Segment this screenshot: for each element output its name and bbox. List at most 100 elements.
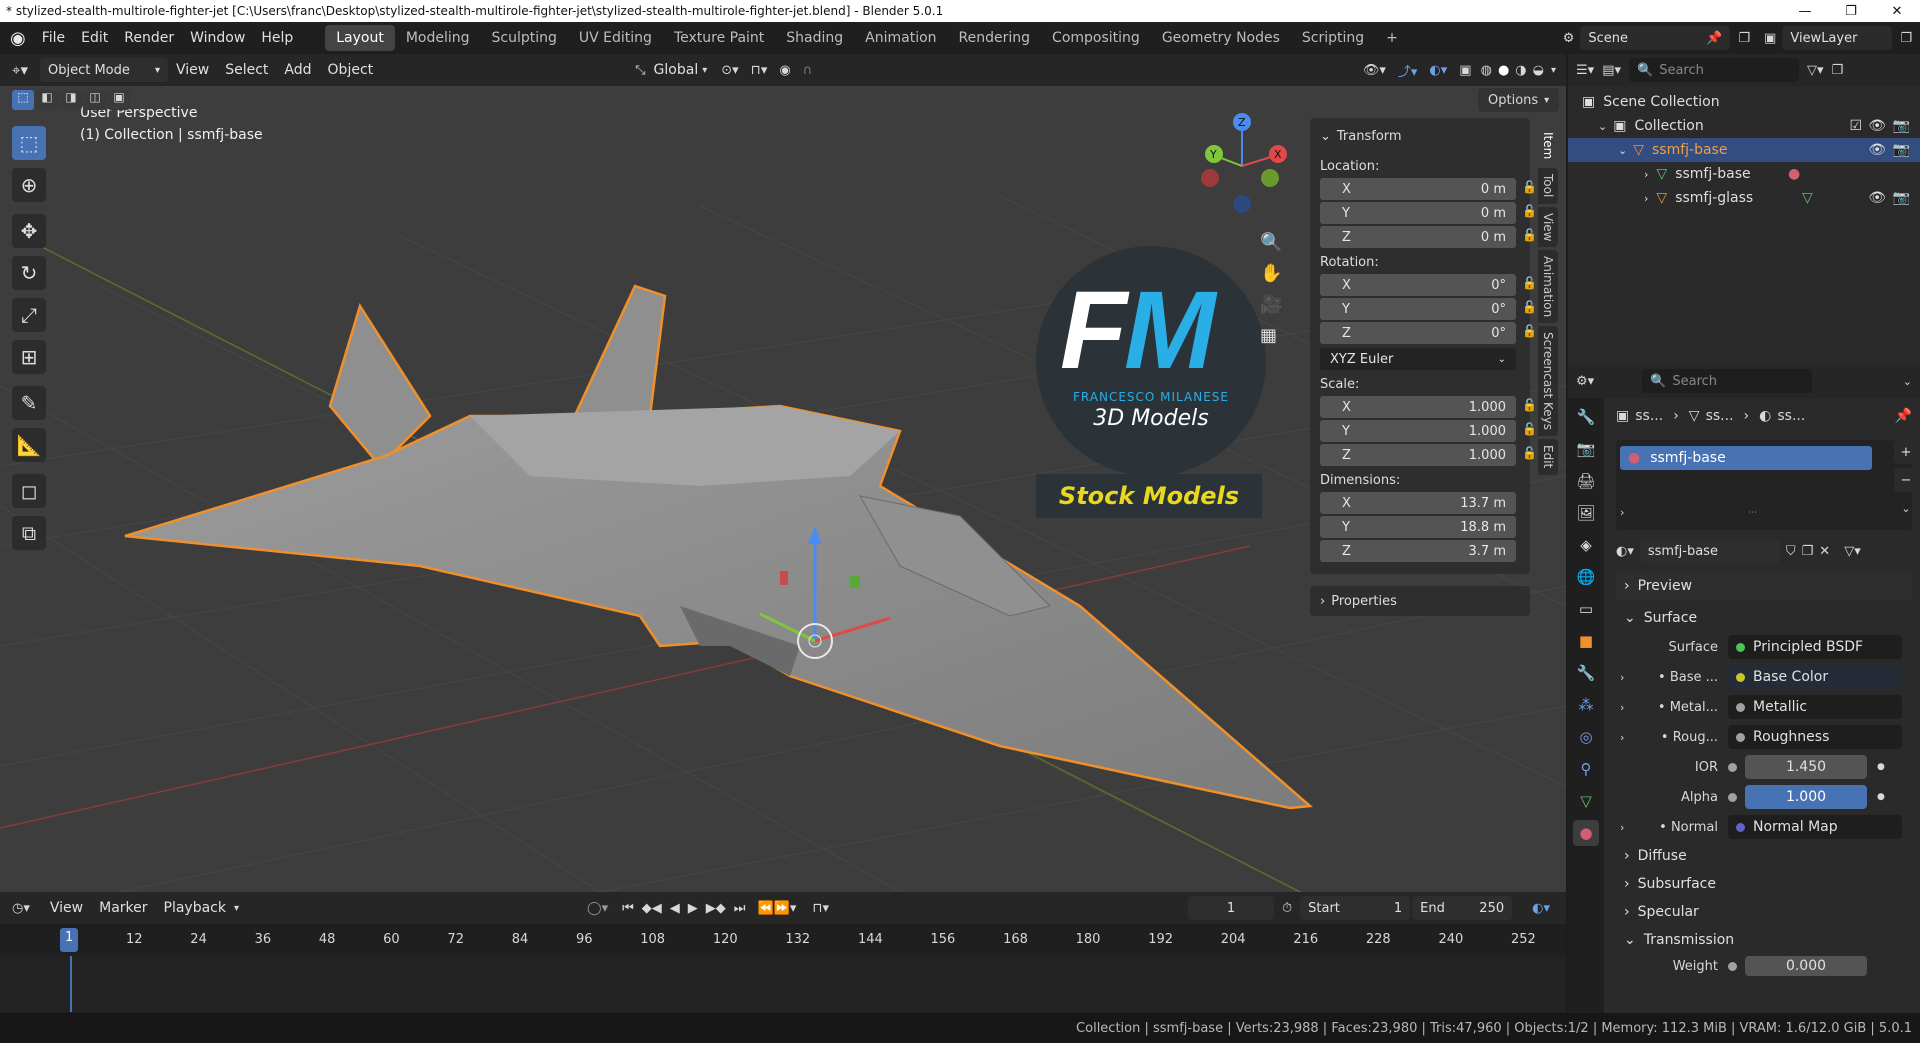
diffuse-section[interactable]: › Diffuse [1616, 842, 1912, 870]
output-tab-icon[interactable]: 🖨 [1573, 468, 1599, 494]
location-z-field[interactable]: Z0 m [1320, 226, 1516, 248]
scene-selector[interactable]: Scene 📌 [1580, 26, 1731, 50]
fake-user-icon[interactable]: ⛉ [1786, 544, 1796, 559]
pan-hand-icon[interactable]: ✋ [1260, 263, 1282, 284]
lock-icon[interactable]: 🔓 [1522, 324, 1537, 338]
world-tab-icon[interactable]: 🌐 [1573, 564, 1599, 590]
outliner-search-input[interactable]: 🔍 Search [1629, 58, 1799, 82]
collection-tab-icon[interactable]: ▭ [1573, 596, 1599, 622]
chevron-right-icon[interactable]: › [1616, 701, 1632, 714]
transform-tool-icon[interactable]: ⊞ [12, 340, 46, 374]
keyframe-dot-icon[interactable]: ● [1877, 792, 1885, 802]
ortho-grid-icon[interactable]: ▦ [1260, 325, 1282, 346]
select-invert-icon[interactable]: ◫ [84, 90, 106, 110]
play-icon[interactable]: ▶ [684, 901, 702, 916]
physics-tab-icon[interactable]: ◎ [1573, 724, 1599, 750]
scene-icon[interactable]: ⚙ [1557, 31, 1581, 46]
menu-render[interactable]: Render [116, 30, 182, 46]
view-layer-selector[interactable]: ViewLayer [1782, 26, 1893, 50]
subsurface-section[interactable]: › Subsurface [1616, 870, 1912, 898]
eye-icon[interactable]: 👁 [1868, 118, 1886, 134]
link-icon[interactable]: ▽▾ [1844, 544, 1861, 559]
eye-icon[interactable]: 👁 [1868, 190, 1886, 206]
timeline-playback-menu[interactable]: Playback [156, 900, 234, 916]
ior-field[interactable]: 1.450 [1745, 755, 1867, 779]
add-workspace-icon[interactable]: + [1375, 25, 1409, 51]
next-keyframe-icon[interactable]: ▶◆ [702, 901, 730, 916]
select-extend-icon[interactable]: ◧ [36, 90, 58, 110]
proportional-edit-icon[interactable]: ◉ [773, 63, 796, 78]
tab-animation[interactable]: Animation [854, 25, 947, 51]
resize-handle-icon[interactable]: ⋯ [1748, 508, 1757, 518]
overlay-toggle-icon[interactable]: ◐▾ [1423, 63, 1453, 78]
tab-view[interactable]: View [1538, 206, 1558, 248]
jump-start-icon[interactable]: ⏮ [618, 901, 638, 916]
eye-icon[interactable]: 👁 [1868, 142, 1886, 158]
tab-screencast-keys[interactable]: Screencast Keys [1538, 326, 1558, 437]
properties-subpanel[interactable]: › Properties [1310, 586, 1530, 616]
transmission-section[interactable]: ⌄ Transmission [1616, 926, 1912, 954]
chevron-right-icon[interactable]: › [1616, 731, 1632, 744]
checkbox-icon[interactable]: ☑ [1849, 118, 1862, 134]
lock-icon[interactable]: 🔓 [1522, 446, 1537, 460]
tab-tool[interactable]: Tool [1538, 168, 1558, 204]
playhead-frame[interactable]: 1 [60, 928, 79, 952]
dimension-z-field[interactable]: Z 3.7 m [1320, 540, 1516, 562]
select-subtract-icon[interactable]: ◨ [60, 90, 82, 110]
chevron-down-icon[interactable]: ⌄ [1598, 120, 1607, 133]
jump-end-icon[interactable]: ⏭ [730, 901, 750, 916]
lock-icon[interactable]: 🔓 [1522, 300, 1537, 314]
outliner-item-ssmfj-base[interactable]: ⌄ ▽ ssmfj-base 👁 📷 [1568, 138, 1920, 162]
play-reverse-icon[interactable]: ◀ [666, 901, 684, 916]
scale-y-field[interactable]: Y 1.000 [1320, 420, 1516, 442]
close-button[interactable]: ✕ [1874, 4, 1920, 19]
prev-next-frame-icon[interactable]: ⏪⏩▾ [750, 901, 805, 916]
display-mode-icon[interactable]: ▤▾ [1602, 63, 1621, 78]
visibility-icon[interactable]: 👁▾ [1357, 63, 1392, 78]
chevron-right-icon[interactable]: › [1644, 168, 1648, 181]
menu-window[interactable]: Window [182, 30, 253, 46]
view-layer-tab-icon[interactable]: 🖼 [1573, 500, 1599, 526]
tab-rendering[interactable]: Rendering [948, 25, 1042, 51]
constraints-tab-icon[interactable]: ⚲ [1573, 756, 1599, 782]
unlink-material-icon[interactable]: ✕ [1819, 544, 1830, 559]
add-cube-tool-icon[interactable]: ◻ [12, 474, 46, 508]
alpha-slider[interactable]: 1.000 [1745, 785, 1867, 809]
menu-edit[interactable]: Edit [73, 30, 116, 46]
current-frame-field[interactable]: 1 [1187, 896, 1274, 920]
gizmo-toggle-icon[interactable]: ⤴▾ [1392, 61, 1424, 80]
menu-file[interactable]: File [34, 30, 73, 46]
tab-uv-editing[interactable]: UV Editing [568, 25, 663, 51]
rotation-mode-select[interactable]: XYZ Euler ⌄ [1320, 348, 1516, 370]
pivot-icon[interactable]: ⊙▾ [715, 63, 744, 78]
rotate-tool-icon[interactable]: ↻ [12, 256, 46, 290]
location-x-field[interactable]: X0 m [1320, 178, 1516, 200]
end-frame-field[interactable]: End 250 [1412, 896, 1513, 920]
object-tab-icon[interactable]: ■ [1573, 628, 1599, 654]
material-tab-icon[interactable]: ● [1573, 820, 1599, 846]
chevron-down-icon[interactable]: ⌄ [1903, 375, 1912, 388]
chevron-right-icon[interactable]: › [1616, 821, 1632, 834]
tab-geometry-nodes[interactable]: Geometry Nodes [1151, 25, 1291, 51]
modifiers-tab-icon[interactable]: 🔧 [1573, 660, 1599, 686]
orientation-selector[interactable]: Global [650, 62, 703, 78]
transform-header[interactable]: ⌄ Transform [1320, 124, 1520, 148]
tab-compositing[interactable]: Compositing [1041, 25, 1151, 51]
material-name-field[interactable]: ssmfj-base [1639, 539, 1780, 563]
lock-icon[interactable]: 🔓 [1522, 204, 1537, 218]
prev-keyframe-icon[interactable]: ◆◀ [638, 901, 666, 916]
outliner-editor-icon[interactable]: ☰▾ [1576, 63, 1594, 78]
lock-icon[interactable]: 🔓 [1522, 180, 1537, 194]
properties-editor-icon[interactable]: ⚙▾ [1576, 374, 1594, 389]
add-slot-button[interactable]: + [1894, 440, 1918, 464]
zoom-icon[interactable]: 🔍 [1260, 232, 1282, 253]
weight-field[interactable]: 0.000 [1745, 956, 1867, 976]
start-frame-field[interactable]: Start 1 [1300, 896, 1411, 920]
new-view-layer-icon[interactable]: ❐ [1892, 31, 1920, 46]
surface-section[interactable]: ⌄ Surface [1616, 604, 1912, 632]
mode-selector[interactable]: Object Mode ▾ [39, 58, 168, 82]
measure-tool-icon[interactable]: 📐 [12, 428, 46, 462]
specular-section[interactable]: › Specular [1616, 898, 1912, 926]
render-tab-icon[interactable]: 📷 [1573, 436, 1599, 462]
surface-shader-field[interactable]: Principled BSDF [1728, 635, 1902, 659]
